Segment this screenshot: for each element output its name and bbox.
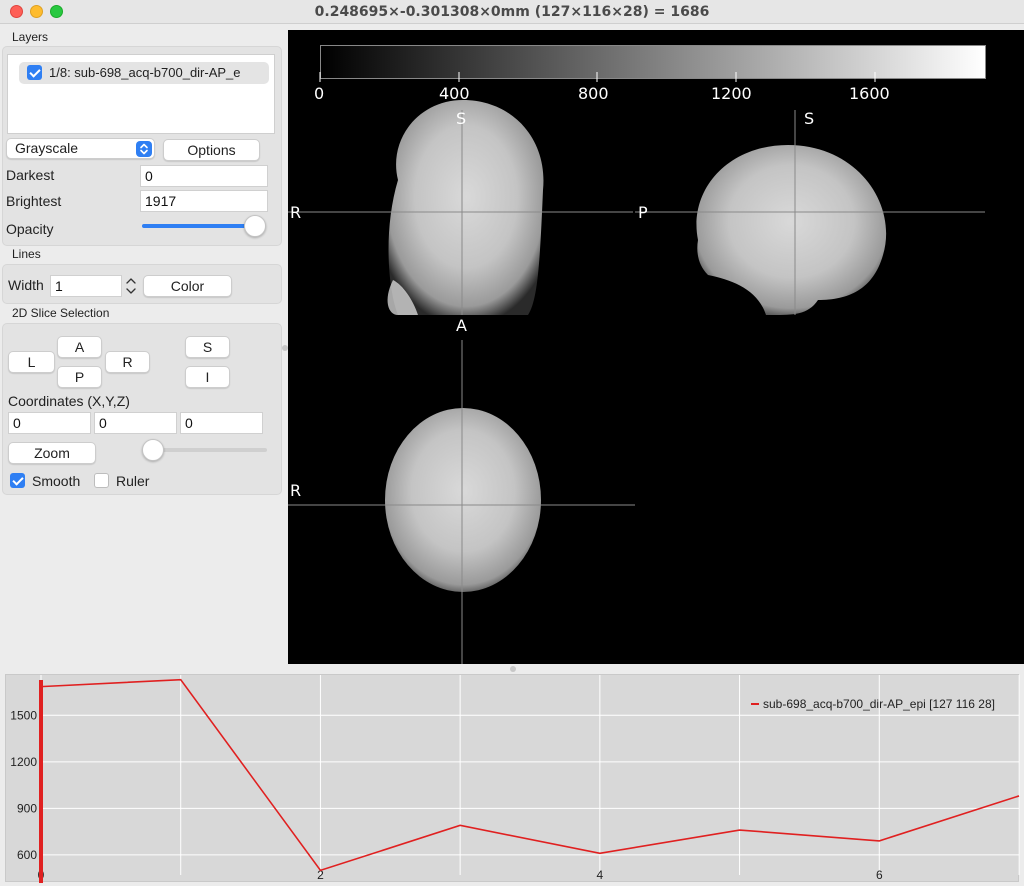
image-viewer[interactable]: 0 400 800 1200 1600 S R S P A R xyxy=(288,30,1024,664)
superior-view-button[interactable]: S xyxy=(185,336,230,358)
x-tick-label: 6 xyxy=(876,868,883,882)
smooth-checkbox[interactable] xyxy=(10,473,25,488)
crosshair-lines xyxy=(288,110,985,664)
slice-section-label: 2D Slice Selection xyxy=(12,306,110,320)
x-tick-label: 4 xyxy=(597,868,604,882)
y-tick-label: 900 xyxy=(17,801,37,815)
layer-list[interactable]: 1/8: sub-698_acq-b700_dir-AP_e xyxy=(7,54,275,134)
zoom-button[interactable]: Zoom xyxy=(8,442,96,464)
line-color-button[interactable]: Color xyxy=(143,275,232,297)
ruler-label: Ruler xyxy=(116,473,150,489)
intensity-graph-plot: 600900120015000246sub-698_acq-b700_dir-A… xyxy=(10,675,1020,883)
line-width-stepper[interactable] xyxy=(124,275,138,297)
current-volume-marker xyxy=(39,680,43,883)
coordinate-z-field[interactable]: 0 xyxy=(180,412,263,434)
colormap-select-value: Grayscale xyxy=(15,140,79,156)
slice-group xyxy=(2,323,282,495)
colorbar-ticks xyxy=(319,72,876,82)
ruler-checkbox[interactable] xyxy=(94,473,109,488)
coordinates-label: Coordinates (X,Y,Z) xyxy=(8,393,130,409)
opacity-label: Opacity xyxy=(6,221,54,237)
colorbar-tick-label: 0 xyxy=(314,84,325,103)
colorbar-tick-label: 800 xyxy=(578,84,609,103)
options-button[interactable]: Options xyxy=(163,139,260,161)
anterior-view-button[interactable]: A xyxy=(57,336,102,358)
darkest-field[interactable]: 0 xyxy=(140,165,268,187)
y-tick-label: 1200 xyxy=(10,755,37,769)
width-label: Width xyxy=(8,277,44,293)
window-title: 0.248695×-0.301308×0mm (127×116×28) = 16… xyxy=(314,4,710,20)
layers-section-label: Layers xyxy=(12,30,49,44)
intensity-graph[interactable]: 600900120015000246sub-698_acq-b700_dir-A… xyxy=(5,674,1020,883)
splitter-handle[interactable] xyxy=(510,666,516,672)
smooth-label: Smooth xyxy=(32,473,81,489)
colorbar-tick-label: 400 xyxy=(439,84,470,103)
darkest-label: Darkest xyxy=(6,167,55,183)
sagittal-slice[interactable] xyxy=(696,145,887,315)
slice-views[interactable] xyxy=(288,30,1024,664)
orientation-label-right: R xyxy=(290,481,302,500)
colorbar-tick-label: 1600 xyxy=(849,84,890,103)
layer-item-label: 1/8: sub-698_acq-b700_dir-AP_e xyxy=(49,65,241,80)
y-tick-label: 1500 xyxy=(10,708,37,722)
lines-section-label: Lines xyxy=(12,247,41,261)
orientation-label-right: R xyxy=(290,203,302,222)
legend-label: sub-698_acq-b700_dir-AP_epi [127 116 28] xyxy=(763,697,995,711)
orientation-label-superior: S xyxy=(456,109,467,128)
coronal-slice[interactable] xyxy=(387,100,544,315)
colorbar-tick-label: 1200 xyxy=(711,84,752,103)
coordinate-x-field[interactable]: 0 xyxy=(8,412,91,434)
colormap-select[interactable]: Grayscale xyxy=(6,138,155,159)
y-tick-label: 600 xyxy=(17,848,37,862)
inferior-view-button[interactable]: I xyxy=(185,366,230,388)
coordinate-y-field[interactable]: 0 xyxy=(94,412,177,434)
orientation-label-posterior: P xyxy=(638,203,648,222)
left-view-button[interactable]: L xyxy=(8,351,55,373)
brightest-label: Brightest xyxy=(6,193,62,209)
orientation-label-anterior: A xyxy=(456,316,467,335)
posterior-view-button[interactable]: P xyxy=(57,366,102,388)
orientation-label-superior: S xyxy=(804,109,815,128)
lines-group xyxy=(2,264,282,304)
brightest-field[interactable]: 1917 xyxy=(140,190,268,212)
layer-visible-checkbox[interactable] xyxy=(27,65,42,80)
layer-item[interactable]: 1/8: sub-698_acq-b700_dir-AP_e xyxy=(19,62,269,84)
opacity-slider-knob[interactable] xyxy=(244,215,266,237)
line-width-field[interactable]: 1 xyxy=(50,275,122,297)
right-view-button[interactable]: R xyxy=(105,351,150,373)
title-bar: 0.248695×-0.301308×0mm (127×116×28) = 16… xyxy=(0,0,1024,24)
select-chevron-icon xyxy=(136,141,152,157)
axial-slice[interactable] xyxy=(385,408,541,592)
zoom-slider-knob[interactable] xyxy=(142,439,164,461)
